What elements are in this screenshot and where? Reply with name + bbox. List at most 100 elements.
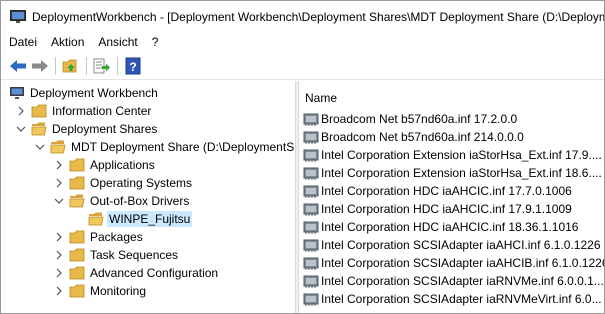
driver-icon (303, 147, 319, 163)
tree-label: Deployment Shares (52, 122, 158, 136)
chevron-right-icon[interactable] (53, 159, 65, 171)
folder-open-icon (88, 211, 104, 227)
chevron-down-icon[interactable] (34, 141, 46, 153)
chevron-right-icon[interactable] (53, 231, 65, 243)
tree-label: Applications (90, 158, 155, 172)
tree-item-task-sequences[interactable]: Task Sequences (53, 246, 180, 264)
menu-help[interactable]: ? (145, 32, 166, 52)
list-item[interactable]: Intel Corporation SCSIAdapter iaAHCIB.in… (303, 254, 604, 272)
list-item[interactable]: Intel Corporation SCSIAdapter iaRNVMe.in… (303, 272, 604, 290)
folder-icon (69, 265, 85, 281)
folder-open-icon (69, 193, 85, 209)
help-icon[interactable]: ? (122, 55, 144, 77)
driver-icon (303, 219, 319, 235)
toolbar: ? (1, 53, 604, 80)
list-item[interactable]: Intel Corporation Extension iaStorHsa_Ex… (303, 146, 602, 164)
list-item[interactable]: Intel Corporation HDC iaAHCIC.inf 18.36.… (303, 218, 578, 236)
tree-item-winpe-fujitsu[interactable]: WINPE_Fujitsu (88, 210, 193, 228)
list-item-label: Broadcom Net b57nd60a.inf 214.0.0.0 (321, 130, 524, 144)
tree-label: Monitoring (90, 284, 147, 298)
column-header-name[interactable]: Name (299, 87, 604, 109)
driver-icon (303, 255, 319, 271)
list-item[interactable]: Broadcom Net b57nd60a.inf 214.0.0.0 (303, 128, 524, 146)
list-item-label: Intel Corporation Extension iaStorHsa_Ex… (321, 166, 602, 180)
driver-icon (303, 291, 319, 307)
driver-icon (303, 129, 319, 145)
list-item[interactable]: Intel Corporation Extension iaStorHsa_Ex… (303, 164, 602, 182)
folder-icon (69, 229, 85, 245)
chevron-right-icon[interactable] (53, 285, 65, 297)
tree-item-information-center[interactable]: Information Center (15, 102, 153, 120)
chevron-down-icon[interactable] (15, 123, 27, 135)
tree-item-applications[interactable]: Applications (53, 156, 157, 174)
driver-icon (303, 237, 319, 253)
tree-label: WINPE_Fujitsu (107, 211, 193, 227)
details-list: Name Broadcom Net b57nd60a.inf 17.2.0.0 … (299, 81, 604, 313)
window-title: DeploymentWorkbench - [Deployment Workbe… (32, 9, 604, 24)
chevron-right-icon[interactable] (53, 177, 65, 189)
tree-label: Operating Systems (90, 176, 193, 190)
tree-item-packages[interactable]: Packages (53, 228, 145, 246)
workbench-icon (9, 85, 25, 101)
folder-open-icon (31, 121, 47, 137)
list-item[interactable]: Intel Corporation HDC iaAHCIC.inf 17.9.1… (303, 200, 572, 218)
menu-datei[interactable]: Datei (1, 32, 44, 52)
chevron-right-icon[interactable] (15, 105, 27, 117)
tree-label: Information Center (52, 104, 152, 118)
menu-bar: Datei Aktion Ansicht ? (1, 32, 604, 52)
driver-icon (303, 273, 319, 289)
title-bar[interactable]: DeploymentWorkbench - [Deployment Workbe… (1, 1, 604, 32)
toolbar-separator (86, 57, 87, 75)
chevron-down-icon[interactable] (53, 195, 65, 207)
toolbar-separator (117, 57, 118, 75)
tree-pane: Deployment Workbench Information Center (1, 81, 295, 313)
svg-text:?: ? (129, 60, 136, 74)
folder-icon (69, 247, 85, 263)
list-item[interactable]: Intel Corporation SCSIAdapter iaRNVMeVir… (303, 290, 602, 308)
tree-label: MDT Deployment Share (D:\DeploymentSh (71, 140, 295, 154)
forward-icon[interactable] (29, 55, 51, 77)
chevron-right-icon[interactable] (53, 267, 65, 279)
toolbar-separator (55, 57, 56, 75)
list-item-label: Intel Corporation Extension iaStorHsa_Ex… (321, 148, 602, 162)
folder-icon (69, 283, 85, 299)
list-item-label: Intel Corporation HDC iaAHCIC.inf 17.9.1… (321, 202, 572, 216)
chevron-right-icon[interactable] (53, 249, 65, 261)
menu-ansicht[interactable]: Ansicht (91, 32, 144, 52)
list-item-label: Intel Corporation HDC iaAHCIC.inf 17.7.0… (321, 184, 572, 198)
tree-label: Advanced Configuration (90, 266, 219, 280)
tree-item-mdt-deployment-share[interactable]: MDT Deployment Share (D:\DeploymentSh (34, 138, 295, 156)
back-icon[interactable] (7, 55, 29, 77)
tree-item-deployment-shares[interactable]: Deployment Shares (15, 120, 159, 138)
folder-icon (69, 175, 85, 191)
list-item[interactable]: Intel Corporation HDC iaAHCIC.inf 17.7.0… (303, 182, 572, 200)
tree-label: Out-of-Box Drivers (90, 194, 190, 208)
tree-label: Deployment Workbench (30, 86, 158, 100)
app-window: DeploymentWorkbench - [Deployment Workbe… (0, 0, 605, 314)
up-folder-icon[interactable] (60, 55, 82, 77)
list-item-label: Broadcom Net b57nd60a.inf 17.2.0.0 (321, 112, 518, 126)
export-list-icon[interactable] (91, 55, 113, 77)
list-item-label: Intel Corporation SCSIAdapter iaAHCIB.in… (321, 256, 604, 270)
tree-root-deployment-workbench[interactable]: Deployment Workbench (9, 84, 160, 102)
list-item-label: Intel Corporation SCSIAdapter iaAHCI.inf… (321, 238, 601, 252)
information-center-icon (31, 103, 47, 119)
list-item-label: Intel Corporation HDC iaAHCIC.inf 18.36.… (321, 220, 579, 234)
driver-icon (303, 201, 319, 217)
tree-label: Task Sequences (90, 248, 179, 262)
folder-icon (69, 157, 85, 173)
driver-icon (303, 165, 319, 181)
workbench-app-icon (10, 9, 26, 24)
list-item-label: Intel Corporation SCSIAdapter iaRNVMeVir… (321, 292, 602, 306)
driver-icon (303, 183, 319, 199)
tree-item-operating-systems[interactable]: Operating Systems (53, 174, 194, 192)
tree-item-out-of-box-drivers[interactable]: Out-of-Box Drivers (53, 192, 191, 210)
tree-item-advanced-configuration[interactable]: Advanced Configuration (53, 264, 220, 282)
list-item[interactable]: Intel Corporation SCSIAdapter iaAHCI.inf… (303, 236, 601, 254)
folder-open-icon (50, 139, 66, 155)
driver-icon (303, 111, 319, 127)
list-item[interactable]: Broadcom Net b57nd60a.inf 17.2.0.0 (303, 110, 517, 128)
tree-label: Packages (90, 230, 143, 244)
menu-aktion[interactable]: Aktion (44, 32, 91, 52)
tree-item-monitoring[interactable]: Monitoring (53, 282, 148, 300)
